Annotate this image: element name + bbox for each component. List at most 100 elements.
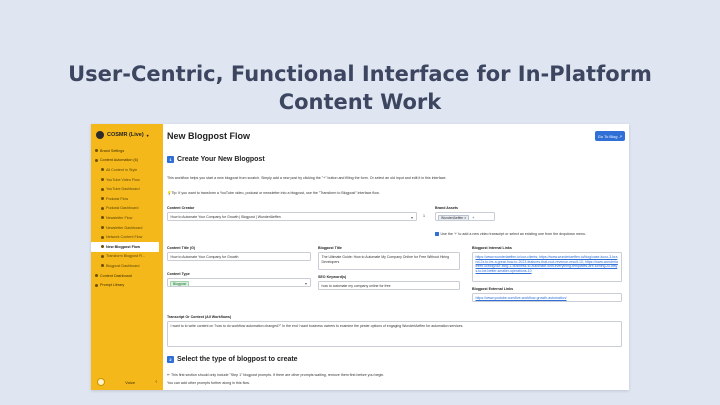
flow-icon: [101, 216, 104, 220]
content-title-input[interactable]: How to Automate Your Company for Growth: [167, 252, 311, 261]
sidebar-item-label: Podcast Flow: [106, 196, 129, 201]
content-type-tag: Blogpost: [170, 280, 190, 286]
add-icon[interactable]: +: [472, 216, 474, 220]
blogpost-title-input[interactable]: The Ultimate Guide: How to Automate My C…: [318, 252, 460, 270]
sidebar-nav: Brand Settings Content Automation (6) All …: [91, 146, 163, 290]
sidebar-item-label: Podcast Dashboard: [106, 206, 139, 211]
brand-logo-icon: [96, 131, 104, 139]
user-avatar[interactable]: [97, 378, 105, 386]
section-2-line-2: You can add other prompts further along …: [167, 381, 250, 385]
sidebar-item-label: New Blogpost Flow: [106, 244, 141, 249]
sidebar-item-label: YouTube Dashboard: [106, 187, 140, 192]
page-title: New Blogpost Flow: [167, 131, 250, 141]
section-1-tip: 💡Tip: If you want to transform a YouTube…: [167, 191, 380, 195]
footer-label: Voice: [125, 379, 136, 385]
seo-keywords-label: SEO Keyword(s): [318, 275, 347, 279]
chevron-down-icon: ▾: [410, 214, 413, 220]
sidebar-item[interactable]: Blogpost Dashboard: [91, 261, 163, 271]
chevron-down-icon: ▾: [304, 280, 307, 286]
sidebar-item[interactable]: Podcast Flow: [91, 194, 163, 204]
sidebar-item[interactable]: Prompt Library: [91, 280, 163, 290]
content-title-label: Content Title (G): [167, 246, 196, 250]
headline-line-2: Content Work: [278, 90, 442, 114]
flow-icon: [101, 264, 104, 268]
sidebar-item-label: Brand Settings: [100, 148, 125, 153]
flow-icon: [101, 197, 104, 201]
checkbox-icon[interactable]: [435, 232, 439, 237]
content-type-select[interactable]: Blogpost ▾: [167, 278, 311, 287]
sidebar-item-label: Blogpost Dashboard: [106, 263, 140, 268]
chevron-left-icon[interactable]: ‹: [155, 379, 157, 385]
sidebar-item[interactable]: Newsletter Flow: [91, 213, 163, 223]
sidebar-item[interactable]: Podcast Dashboard: [91, 204, 163, 214]
section-1-number: 1: [167, 156, 174, 163]
sidebar-item[interactable]: Newsletter Dashboard: [91, 223, 163, 233]
section-1-heading: Create Your New Blogpost: [177, 156, 265, 163]
brand-assets-hint: Use the '+' to add a new video transcrip…: [435, 232, 586, 237]
sidebar-item[interactable]: All Content in Style: [91, 165, 163, 175]
sidebar-item[interactable]: Brand Settings: [91, 146, 163, 156]
flow-icon: [101, 178, 104, 182]
folder-icon: [95, 158, 98, 162]
sidebar-item-label: YouTube Video Flow: [106, 177, 140, 182]
flow-icon: [101, 235, 104, 239]
sidebar-item[interactable]: New Blogpost Flow: [91, 241, 159, 252]
internal-links-textarea[interactable]: https://www.wunderlaeffen.io/our-clients…: [472, 252, 622, 282]
sidebar-item-label: Content Automation (6): [100, 158, 138, 163]
flow-icon: [101, 254, 104, 258]
flow-icon: [101, 187, 104, 191]
section-2-title: 2 Select the type of blogpost to create: [167, 356, 298, 363]
pencil-icon: ✏: [167, 373, 171, 377]
section-1-title: 1 Create Your New Blogpost: [167, 156, 265, 163]
sidebar-item-label: Network Content Flow: [106, 235, 143, 240]
content-creator-label: Content Creator: [167, 206, 195, 210]
external-links-input[interactable]: https://www.youtube.com/live-workflow-gr…: [472, 293, 622, 302]
sidebar-item[interactable]: Network Content Flow: [91, 232, 163, 242]
sidebar-item[interactable]: Content Automation (6): [91, 156, 163, 166]
sidebar-item[interactable]: YouTube Dashboard: [91, 184, 163, 194]
go-to-blog-label: Go To Blog: [597, 133, 618, 139]
sidebar-item-label: Content Dashboard: [100, 273, 132, 278]
brand-asset-tag[interactable]: WunderlAeffen ×: [438, 214, 470, 220]
workspace-name: COSMR (Live): [107, 132, 144, 138]
sidebar-item-label: All Content in Style: [106, 167, 138, 172]
external-link-icon: ↗: [618, 133, 623, 139]
sidebar-footer: Voice ‹: [91, 374, 163, 390]
content-creator-value: How to Automate Your Company for Growth …: [170, 215, 281, 219]
sidebar-item[interactable]: Transform Blogpost Fl...: [91, 252, 163, 262]
sidebar-item-label: Prompt Library: [100, 283, 125, 288]
folder-icon: [95, 149, 98, 153]
slide-headline: User-Centric, Functional Interface for I…: [0, 60, 720, 116]
flow-icon: [101, 206, 104, 210]
section-2-heading: Select the type of blogpost to create: [177, 356, 298, 363]
folder-icon: [95, 274, 98, 278]
transcript-textarea[interactable]: I want to to write content on "how to do…: [167, 321, 622, 347]
seo-keywords-input[interactable]: how to automate my company online for fr…: [318, 281, 460, 290]
blogpost-title-label: Blogpost Title: [318, 246, 342, 250]
content-creator-select[interactable]: How to Automate Your Company for Growth …: [167, 212, 417, 221]
section-2-number: 2: [167, 356, 174, 363]
section-2-line-1: ✏ This first section should only include…: [167, 373, 385, 377]
sidebar: COSMR (Live) ▾ Brand Settings Content Aut…: [91, 124, 163, 390]
main-content: New Blogpost Flow Go To Blog ↗ 1 Create …: [163, 124, 629, 390]
brand-assets-label: Brand Assets: [435, 206, 459, 210]
external-links-label: Blogpost External Links: [472, 287, 514, 291]
section-1-intro: This workflow helps you start a new blog…: [167, 176, 447, 180]
chevron-down-icon: ▾: [146, 132, 149, 138]
app-screenshot-frame: COSMR (Live) ▾ Brand Settings Content Aut…: [91, 124, 629, 390]
brand-assets-field[interactable]: WunderlAeffen × +: [435, 212, 495, 221]
internal-links-label: Blogpost Internal Links: [472, 246, 512, 250]
go-to-blog-button[interactable]: Go To Blog ↗: [595, 131, 625, 141]
flow-icon: [101, 245, 104, 249]
transcript-label: Transcript Or Context (All Workflows): [167, 315, 232, 319]
sidebar-item-label: Transform Blogpost Fl...: [106, 254, 146, 259]
content-creator-count: 1: [423, 214, 425, 218]
workspace-switcher[interactable]: COSMR (Live) ▾: [96, 131, 149, 139]
content-type-label: Content Type: [167, 272, 190, 276]
flow-icon: [101, 168, 104, 172]
sidebar-item[interactable]: YouTube Video Flow: [91, 175, 163, 185]
sidebar-item[interactable]: Content Dashboard: [91, 271, 163, 281]
headline-line-1: User-Centric, Functional Interface for I…: [68, 62, 652, 86]
sidebar-item-label: Newsletter Flow: [106, 215, 133, 220]
folder-icon: [95, 283, 98, 287]
